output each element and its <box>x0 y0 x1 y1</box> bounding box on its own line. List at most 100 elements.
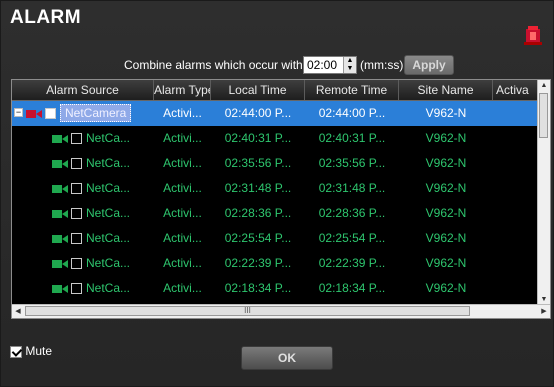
camera-icon <box>52 134 68 143</box>
table-cell-local: 02:28:36 P... <box>224 206 292 220</box>
table-row[interactable]: NetCa... Activi... 02:18:34 P... 02:18:34 P… <box>12 276 539 301</box>
camera-icon <box>52 184 68 193</box>
table-cell-site: V962-N <box>425 181 467 195</box>
alarm-source-label: NetCa... <box>86 256 131 270</box>
alarm-source-cell[interactable]: NetCa... <box>12 226 154 251</box>
alarm-source-cell[interactable]: NetCa... <box>12 126 154 151</box>
alarm-source-label: NetCamera <box>60 104 132 122</box>
table-cell-type: Activi... <box>163 256 202 270</box>
time-spinner[interactable]: ▲ ▼ <box>343 57 356 73</box>
apply-button[interactable]: Apply <box>404 55 454 75</box>
table-row[interactable]: NetCa... Activi... 02:35:56 P... 02:35:56 P… <box>12 151 539 176</box>
table-row[interactable]: NetCa... Activi... 02:40:31 P... 02:40:31 P… <box>12 126 539 151</box>
table-cell-remote: 02:31:48 P... <box>318 181 386 195</box>
row-checkbox[interactable] <box>71 258 82 270</box>
camera-icon <box>52 209 68 218</box>
row-checkbox[interactable] <box>71 133 82 145</box>
alarm-source-label: NetCa... <box>86 231 131 245</box>
table-cell-remote: 02:28:36 P... <box>318 206 386 220</box>
table-row[interactable]: NetCa... Activi... 02:28:36 P... 02:28:36 P… <box>12 201 539 226</box>
alarm-source-cell[interactable]: NetCa... <box>12 151 154 176</box>
combine-time-value: 02:00 <box>307 58 338 72</box>
alarm-source-label: NetCa... <box>86 281 131 295</box>
table-cell-local: 02:35:56 P... <box>224 156 292 170</box>
table-cell-local: 02:22:39 P... <box>224 256 292 270</box>
checkmark-icon[interactable] <box>10 345 22 358</box>
row-checkbox[interactable] <box>45 108 56 120</box>
table-cell-site: V962-N <box>425 131 467 145</box>
combine-label: Combine alarms which occur within: <box>124 58 316 72</box>
table-cell-type: Activi... <box>163 281 202 295</box>
table-cell-remote: 02:44:00 P... <box>318 106 386 120</box>
column-header[interactable]: Remote Time <box>305 80 399 100</box>
row-checkbox[interactable] <box>71 183 82 195</box>
table-cell-type: Activi... <box>163 231 202 245</box>
mute-checkbox[interactable]: Mute <box>10 344 52 358</box>
scroll-left-icon[interactable]: ◀ <box>12 305 24 318</box>
table-header: Alarm Source Alarm Type Local Time Remot… <box>12 80 539 101</box>
camera-icon <box>52 259 68 268</box>
table-cell-local: 02:40:31 P... <box>224 131 292 145</box>
alarm-source-cell[interactable]: NetCa... <box>12 276 154 301</box>
spin-down-icon[interactable]: ▼ <box>344 65 356 73</box>
row-checkbox[interactable] <box>71 283 82 295</box>
camera-icon <box>26 109 42 118</box>
row-checkbox[interactable] <box>71 208 82 220</box>
column-header[interactable]: Site Name <box>399 80 493 100</box>
table-cell-site: V962-N <box>425 106 467 120</box>
dialog-title: ALARM <box>10 7 82 28</box>
table-cell-type: Activi... <box>163 106 202 120</box>
mute-label: Mute <box>25 344 53 358</box>
row-checkbox[interactable] <box>71 158 82 170</box>
column-header[interactable]: Alarm Type <box>154 80 211 100</box>
table-cell-local: 02:44:00 P... <box>224 106 292 120</box>
column-header[interactable]: Alarm Source <box>12 80 154 100</box>
horizontal-scroll-thumb[interactable]: III <box>25 306 470 316</box>
collapse-icon[interactable]: − <box>14 108 23 117</box>
scroll-up-icon[interactable]: ▲ <box>538 80 550 92</box>
combine-time-input[interactable]: 02:00 ▲ ▼ <box>303 56 357 74</box>
ok-button[interactable]: OK <box>241 346 333 370</box>
camera-icon <box>52 159 68 168</box>
table-row[interactable]: NetCa... Activi... 02:22:39 P... 02:22:39 P… <box>12 251 539 276</box>
table-row[interactable]: NetCa... Activi... 02:25:54 P... 02:25:54 P… <box>12 226 539 251</box>
alarm-source-cell[interactable]: NetCa... <box>12 251 154 276</box>
table-row[interactable]: NetCa... Activi... 02:31:48 P... 02:31:48 P… <box>12 176 539 201</box>
scroll-thumb[interactable] <box>539 93 548 138</box>
table-cell-type: Activi... <box>163 181 202 195</box>
alarm-table: Alarm Source Alarm Type Local Time Remot… <box>11 79 551 319</box>
alarm-source-cell[interactable]: NetCa... <box>12 176 154 201</box>
combine-row: Combine alarms which occur within: 02:00… <box>1 55 554 77</box>
alarm-source-label: NetCa... <box>86 206 131 220</box>
table-cell-type: Activi... <box>163 156 202 170</box>
alarm-dialog: ALARM Combine alarms which occur within:… <box>0 0 554 387</box>
table-cell-site: V962-N <box>425 156 467 170</box>
alarm-source-label: NetCa... <box>86 156 131 170</box>
vertical-scrollbar[interactable]: ▲ ▼ <box>537 80 550 306</box>
table-cell-type: Activi... <box>163 206 202 220</box>
table-row[interactable]: − NetCamera Activi... 02:44:00 P... 02:44:00… <box>12 101 539 126</box>
table-cell-type: Activi... <box>163 131 202 145</box>
table-cell-local: 02:25:54 P... <box>224 231 292 245</box>
time-unit-label: (mm:ss) <box>360 58 404 72</box>
table-cell-site: V962-N <box>425 231 467 245</box>
table-cell-remote: 02:25:54 P... <box>318 231 386 245</box>
alarm-source-cell[interactable]: − NetCamera <box>12 101 154 126</box>
table-cell-local: 02:31:48 P... <box>224 181 292 195</box>
table-cell-remote: 02:22:39 P... <box>318 256 386 270</box>
column-header[interactable]: Activa <box>493 80 539 100</box>
alarm-siren-icon <box>524 26 542 45</box>
horizontal-scrollbar[interactable]: ◀ III ▶ <box>12 304 550 318</box>
column-header[interactable]: Local Time <box>211 80 305 100</box>
row-checkbox[interactable] <box>71 233 82 245</box>
table-cell-local: 02:18:34 P... <box>224 281 292 295</box>
spin-up-icon[interactable]: ▲ <box>344 57 356 65</box>
table-cell-remote: 02:40:31 P... <box>318 131 386 145</box>
scroll-right-icon[interactable]: ▶ <box>538 305 550 318</box>
table-cell-site: V962-N <box>425 256 467 270</box>
table-cell-remote: 02:18:34 P... <box>318 281 386 295</box>
camera-icon <box>52 234 68 243</box>
alarm-source-label: NetCa... <box>86 181 131 195</box>
alarm-source-cell[interactable]: NetCa... <box>12 201 154 226</box>
alarm-source-label: NetCa... <box>86 131 131 145</box>
